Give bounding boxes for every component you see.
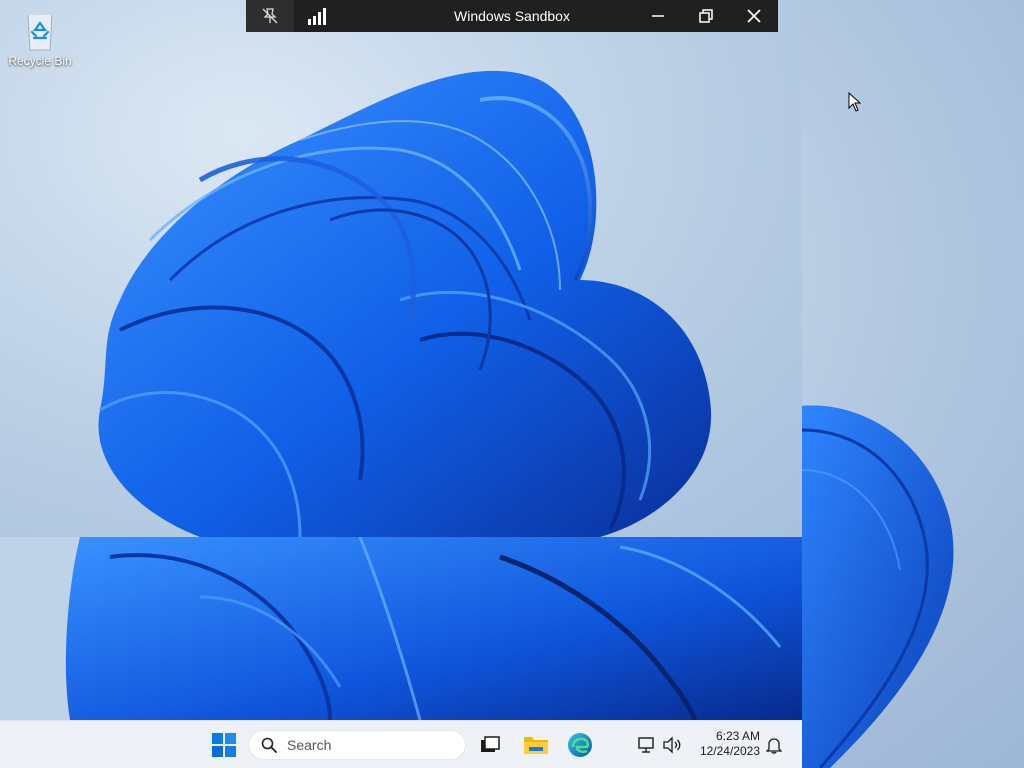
pin-button[interactable] [246, 0, 294, 32]
guest-wallpaper-lower-bloom [0, 537, 802, 720]
taskbar-search[interactable]: Search [248, 730, 466, 760]
sandbox-window: Recycle Bin Search 6:23 AM 12/24/2023 [0, 0, 802, 768]
mouse-cursor-icon [848, 92, 862, 112]
close-button[interactable] [730, 0, 778, 32]
recycle-bin-shortcut[interactable]: Recycle Bin [6, 8, 74, 68]
start-button[interactable] [208, 729, 240, 761]
recycle-bin-icon [20, 8, 60, 52]
bell-icon [766, 738, 782, 754]
file-explorer-icon [524, 737, 548, 754]
pin-off-icon [262, 8, 278, 24]
restore-icon [699, 9, 713, 23]
windows-start-icon [212, 733, 236, 757]
guest-desktop [0, 0, 802, 537]
network-icon [638, 737, 654, 753]
clock-date: 12/24/2023 [699, 744, 760, 758]
volume-icon [663, 736, 681, 754]
minimize-icon [652, 15, 664, 17]
taskbar: Search 6:23 AM 12/24/2023 [0, 720, 802, 768]
guest-wallpaper-bloom [98, 70, 712, 537]
edge-icon [568, 733, 592, 757]
task-view-button[interactable] [474, 729, 506, 761]
recycle-bin-label: Recycle Bin [8, 54, 72, 68]
volume-status[interactable] [660, 729, 684, 761]
notifications-button[interactable] [764, 729, 784, 761]
network-status[interactable] [636, 729, 658, 761]
clock-time: 6:23 AM [715, 729, 760, 743]
search-placeholder: Search [287, 737, 332, 753]
search-icon [261, 737, 277, 753]
taskbar-clock[interactable]: 6:23 AM 12/24/2023 [690, 729, 760, 759]
sandbox-titlebar[interactable]: Windows Sandbox [246, 0, 778, 32]
file-explorer-button[interactable] [520, 729, 552, 761]
task-view-icon [481, 736, 500, 752]
minimize-button[interactable] [634, 0, 682, 32]
signal-bars-icon [308, 8, 326, 25]
close-icon [747, 9, 761, 23]
guest-wallpaper-lower [0, 537, 802, 720]
edge-button[interactable] [564, 729, 596, 761]
connection-quality-button[interactable] [294, 0, 342, 32]
restore-button[interactable] [682, 0, 730, 32]
